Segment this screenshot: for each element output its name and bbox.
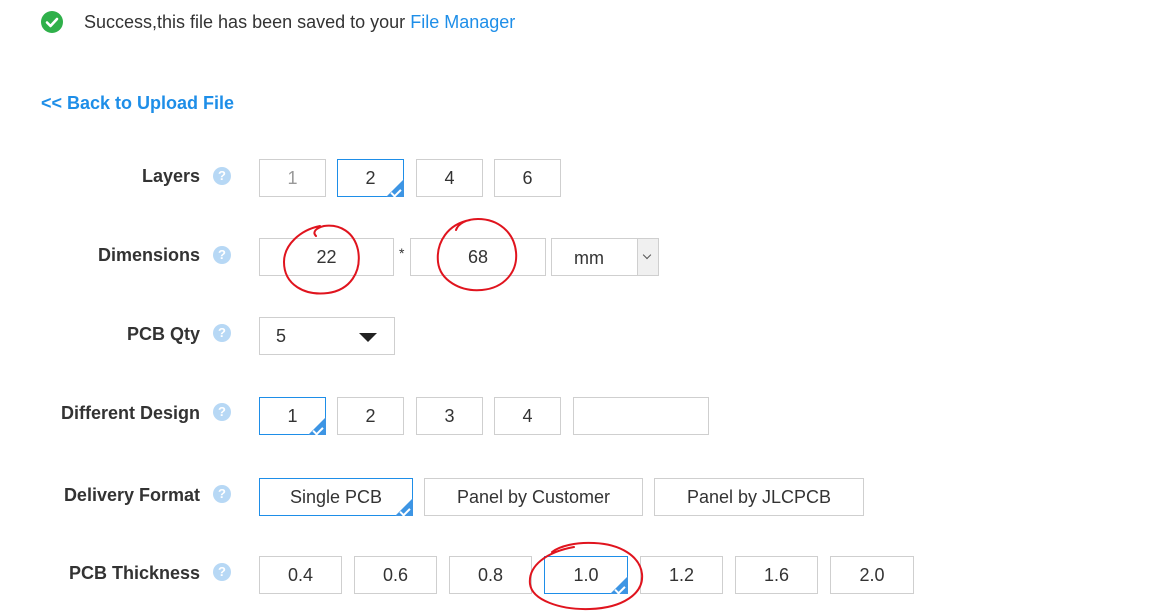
different-design-help-icon[interactable]: ?	[213, 403, 231, 421]
delivery-option-panel-by-customer-label: Panel by Customer	[456, 487, 611, 507]
dimensions-help-icon[interactable]: ?	[213, 246, 231, 264]
thickness-option-0-6-label: 0.6	[382, 565, 409, 585]
chevron-down-icon[interactable]	[637, 239, 658, 275]
design-option-4[interactable]: 4	[494, 397, 561, 435]
thickness-option-1-6-label: 1.6	[763, 565, 790, 585]
dimension-unit-select[interactable]: mm	[551, 238, 659, 276]
thickness-option-0-4-label: 0.4	[287, 565, 314, 585]
design-option-1-label: 1	[287, 406, 298, 426]
delivery-option-single-pcb[interactable]: Single PCB	[259, 478, 413, 517]
thickness-option-1-0[interactable]: 1.0	[544, 556, 628, 595]
selected-check-icon	[614, 583, 626, 595]
pcb-qty-select[interactable]: 5	[259, 317, 395, 355]
layers-label: Layers	[141, 166, 200, 186]
layers-option-1-label: 1	[287, 168, 298, 188]
dimension-width-input[interactable]: 22	[259, 238, 394, 276]
pcb-qty-help-icon[interactable]: ?	[213, 324, 231, 342]
dimension-separator: *	[399, 245, 405, 261]
layers-option-4[interactable]: 4	[416, 159, 483, 197]
thickness-option-1-2-label: 1.2	[668, 565, 695, 585]
pcb-thickness-help-icon[interactable]: ?	[213, 563, 231, 581]
design-option-3[interactable]: 3	[416, 397, 483, 435]
dimension-unit-value: mm	[574, 248, 604, 268]
selected-check-icon	[390, 186, 402, 198]
success-message: Success,this file has been saved to your…	[84, 11, 515, 33]
delivery-option-panel-by-jlcpcb-label: Panel by JLCPCB	[686, 487, 832, 507]
delivery-option-panel-by-jlcpcb[interactable]: Panel by JLCPCB	[654, 478, 864, 516]
caret-down-icon	[359, 333, 377, 342]
delivery-option-single-pcb-label: Single PCB	[289, 487, 383, 507]
design-option-2-label: 2	[365, 406, 376, 426]
dimensions-label: Dimensions	[97, 245, 200, 265]
file-manager-link[interactable]: File Manager	[410, 12, 515, 32]
different-design-label: Different Design	[60, 403, 200, 423]
thickness-option-2-0-label: 2.0	[859, 565, 885, 585]
dimension-width-value: 22	[316, 247, 337, 267]
pcb-thickness-label: PCB Thickness	[68, 563, 200, 583]
thickness-option-1-0-label: 1.0	[573, 565, 599, 585]
delivery-format-label: Delivery Format	[63, 485, 200, 505]
layers-option-2[interactable]: 2	[337, 159, 404, 198]
delivery-option-panel-by-customer[interactable]: Panel by Customer	[424, 478, 643, 516]
layers-help-icon[interactable]: ?	[213, 167, 231, 185]
design-custom-input[interactable]	[573, 397, 709, 435]
design-option-2[interactable]: 2	[337, 397, 404, 435]
back-to-upload-link[interactable]: << Back to Upload File	[41, 93, 234, 114]
layers-option-6-label: 6	[522, 168, 533, 188]
design-option-4-label: 4	[522, 406, 533, 426]
pcb-qty-value: 5	[276, 326, 287, 346]
selected-check-icon	[399, 505, 411, 517]
dimension-height-value: 68	[467, 247, 489, 267]
success-check-icon	[41, 11, 63, 33]
layers-option-2-label: 2	[365, 168, 376, 188]
design-option-1[interactable]: 1	[259, 397, 326, 436]
layers-option-4-label: 4	[444, 168, 455, 188]
thickness-option-1-2[interactable]: 1.2	[640, 556, 723, 594]
thickness-option-0-8-label: 0.8	[477, 565, 504, 585]
layers-option-6[interactable]: 6	[494, 159, 561, 197]
design-option-3-label: 3	[444, 406, 455, 426]
selected-check-icon	[312, 424, 324, 436]
delivery-format-help-icon[interactable]: ?	[213, 485, 231, 503]
thickness-option-2-0[interactable]: 2.0	[830, 556, 914, 594]
thickness-option-1-6[interactable]: 1.6	[735, 556, 818, 594]
layers-option-1[interactable]: 1	[259, 159, 326, 197]
thickness-option-0-6[interactable]: 0.6	[354, 556, 437, 594]
thickness-option-0-8[interactable]: 0.8	[449, 556, 532, 594]
thickness-option-0-4[interactable]: 0.4	[259, 556, 342, 594]
dimension-height-input[interactable]: 68	[410, 238, 546, 276]
pcb-qty-label: PCB Qty	[126, 324, 200, 344]
success-message-text: Success,this file has been saved to your	[84, 12, 406, 32]
